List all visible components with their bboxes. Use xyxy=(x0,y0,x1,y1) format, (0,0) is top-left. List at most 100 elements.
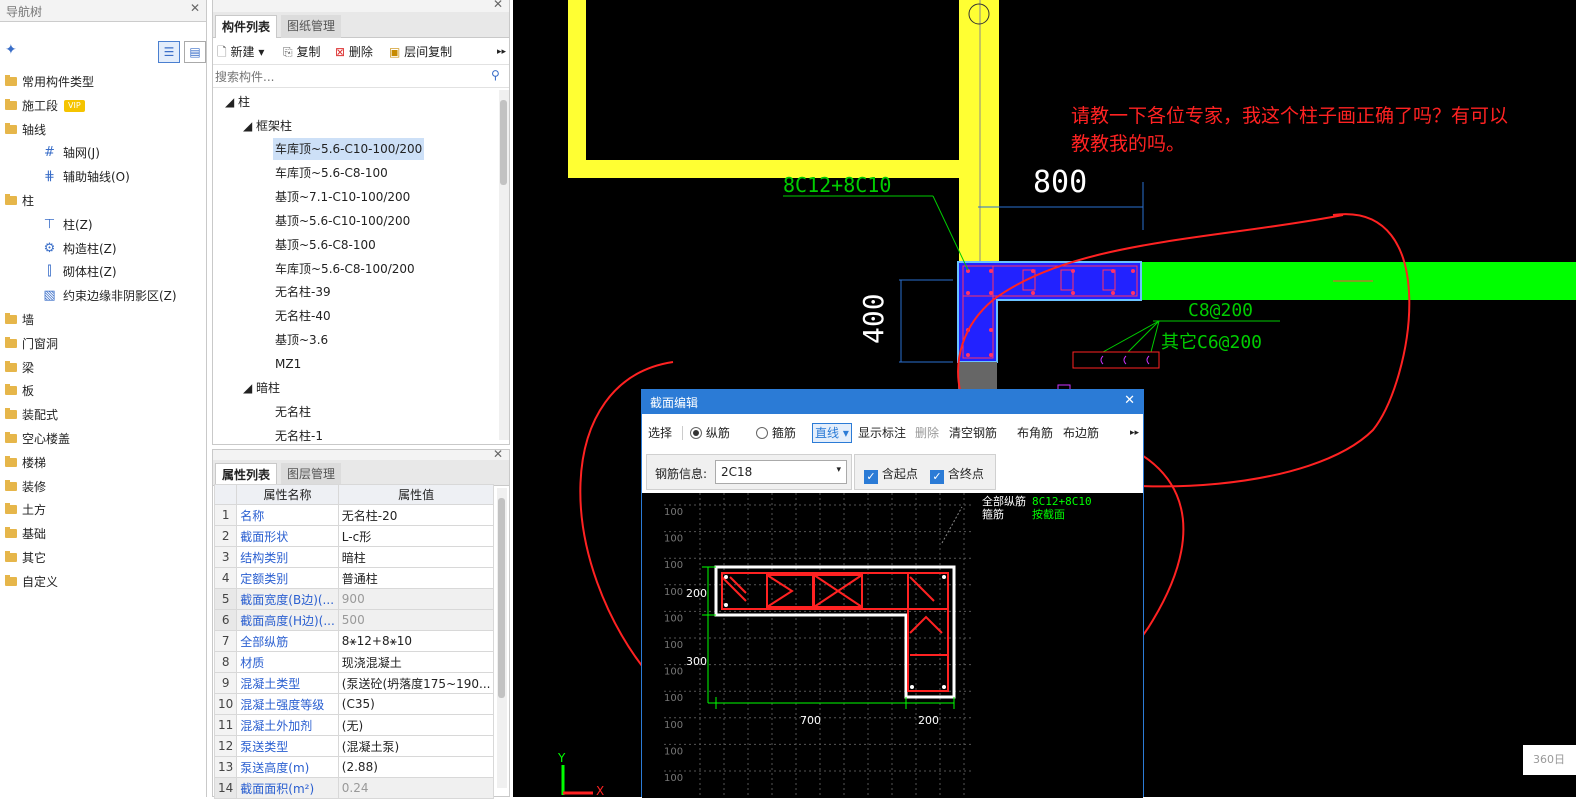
property-row[interactable]: 7 全部纵筋 8⚹12+8⚹10 xyxy=(213,630,495,652)
show-dim-button[interactable]: 显示标注 xyxy=(858,420,906,446)
add-nav-icon[interactable]: ✦ xyxy=(5,42,17,58)
line-dropdown[interactable]: 直线 ▾ xyxy=(812,423,852,443)
list-view-icon[interactable]: ☰ xyxy=(158,41,180,63)
property-value[interactable]: 0.24 xyxy=(337,777,495,799)
nav-item-20[interactable]: 其它 xyxy=(0,547,207,569)
component-search-input[interactable] xyxy=(215,67,485,86)
nav-item-16[interactable]: 楼梯 xyxy=(0,452,207,474)
tile-view-icon[interactable]: ▤ xyxy=(184,41,206,63)
property-value[interactable]: 500 xyxy=(337,609,495,631)
property-row[interactable]: 3 结构类别 暗柱 xyxy=(213,546,495,568)
property-value[interactable]: 900 xyxy=(337,588,495,610)
dialog-close-icon[interactable]: ✕ xyxy=(1124,393,1135,408)
new-button[interactable]: 🗋 新建 ▾ xyxy=(217,39,264,65)
nav-item-21[interactable]: 自定义 xyxy=(0,571,207,593)
property-row[interactable]: 4 定额类别 普通柱 xyxy=(213,567,495,589)
search-icon[interactable]: ⚲ xyxy=(491,68,500,82)
tab-property-list[interactable]: 属性列表 xyxy=(215,463,278,486)
property-value[interactable]: (泵送砼(坍落度175~190... xyxy=(337,672,495,694)
component-item[interactable]: 基顶~7.1-C10-100/200 xyxy=(275,186,410,208)
nav-item-5[interactable]: 柱 xyxy=(0,190,207,212)
more-arrow-icon[interactable]: ▸▸ xyxy=(497,39,506,65)
nav-item-19[interactable]: 基础 xyxy=(0,523,207,545)
property-row[interactable]: 5 截面宽度(B边)(... 900 xyxy=(213,588,495,610)
include-start-checkbox[interactable]: ✓ 含起点 xyxy=(864,465,918,484)
component-item[interactable]: 无名柱 xyxy=(275,401,311,423)
property-row[interactable]: 8 材质 现浇混凝土 xyxy=(213,651,495,673)
nav-item-12[interactable]: 梁 xyxy=(0,357,207,379)
component-item[interactable]: 基顶~5.6-C10-100/200 xyxy=(275,210,410,232)
delete-button[interactable]: ⊠ 删除 xyxy=(335,39,373,65)
property-value[interactable]: 无名柱-20 xyxy=(337,504,495,526)
tab-layer-manage[interactable]: 图层管理 xyxy=(281,463,342,486)
property-row[interactable]: 6 截面高度(H边)(... 500 xyxy=(213,609,495,631)
tree-group-hidden-column[interactable]: ◢ 暗柱 xyxy=(243,377,280,399)
component-scroll-thumb[interactable] xyxy=(500,100,507,185)
dialog-title-bar[interactable]: 截面编辑 ✕ xyxy=(642,390,1143,414)
property-value[interactable]: 普通柱 xyxy=(337,567,495,589)
component-item[interactable]: MZ1 xyxy=(275,353,301,375)
property-row[interactable]: 11 混凝土外加剂 (无) xyxy=(213,714,495,736)
property-row[interactable]: 1 名称 无名柱-20 xyxy=(213,504,495,526)
floor-copy-button[interactable]: ▣ 层间复制 xyxy=(389,39,452,65)
property-row[interactable]: 10 混凝土强度等级 (C35) xyxy=(213,693,495,715)
include-end-checkbox[interactable]: ✓ 含终点 xyxy=(930,465,984,484)
tab-component-list[interactable]: 构件列表 xyxy=(215,15,278,38)
corner-badge[interactable]: 360日 xyxy=(1523,745,1576,775)
property-row[interactable]: 14 截面面积(m²) 0.24 xyxy=(213,777,495,799)
component-item[interactable]: 无名柱-39 xyxy=(275,281,331,303)
rebar-info-select[interactable]: 2C18 ▾ xyxy=(715,460,847,484)
component-scrollbar[interactable] xyxy=(499,90,509,440)
property-value[interactable]: (无) xyxy=(337,714,495,736)
corner-rebar-button[interactable]: 布角筋 xyxy=(1017,420,1053,446)
property-value[interactable]: L-c形 xyxy=(337,525,495,547)
nav-item-9[interactable]: ▧ 约束边缘非阴影区(Z) xyxy=(0,285,207,307)
property-row[interactable]: 13 泵送高度(m) (2.88) xyxy=(213,756,495,778)
nav-item-8[interactable]: ⫿ 砌体柱(Z) xyxy=(0,261,207,283)
tab-drawing-manage[interactable]: 图纸管理 xyxy=(281,15,342,38)
property-scrollbar[interactable] xyxy=(497,488,507,788)
property-row[interactable]: 12 泵送类型 (混凝土泵) xyxy=(213,735,495,757)
property-value[interactable]: (C35) xyxy=(337,693,495,715)
nav-item-6[interactable]: ⊤ 柱(Z) xyxy=(0,214,207,236)
nav-item-0[interactable]: 常用构件类型 xyxy=(0,71,207,93)
nav-item-15[interactable]: 空心楼盖 xyxy=(0,428,207,450)
property-value[interactable]: 8⚹12+8⚹10 xyxy=(337,630,495,652)
copy-button[interactable]: ⎘ 复制 xyxy=(283,39,320,65)
nav-item-11[interactable]: 门窗洞 xyxy=(0,333,207,355)
nav-item-14[interactable]: 装配式 xyxy=(0,404,207,426)
section-canvas[interactable]: 100 100 100 100 100 100 100 100 100 100 100 200 30… xyxy=(642,493,1143,798)
nav-item-13[interactable]: 板 xyxy=(0,380,207,402)
edge-rebar-button[interactable]: 布边筋 xyxy=(1063,420,1099,446)
property-value[interactable]: 暗柱 xyxy=(337,546,495,568)
stirrup-radio[interactable]: 箍筋 xyxy=(756,420,796,446)
longitudinal-radio[interactable]: 纵筋 xyxy=(690,420,730,446)
property-value[interactable]: 现浇混凝土 xyxy=(337,651,495,673)
property-value[interactable]: (混凝土泵) xyxy=(337,735,495,757)
component-item[interactable]: 无名柱-40 xyxy=(275,305,331,327)
nav-item-1[interactable]: 施工段 VIP xyxy=(0,95,207,117)
nav-close-icon[interactable]: ✕ xyxy=(190,1,200,15)
component-item[interactable]: 基顶~5.6-C8-100 xyxy=(275,234,376,256)
nav-item-7[interactable]: ⚙ 构造柱(Z) xyxy=(0,238,207,260)
nav-item-4[interactable]: ⋕ 辅助轴线(O) xyxy=(0,166,207,188)
component-item[interactable]: 无名柱-1 xyxy=(275,425,323,445)
nav-item-3[interactable]: # 轴网(J) xyxy=(0,142,207,164)
property-row[interactable]: 2 截面形状 L-c形 xyxy=(213,525,495,547)
component-close-icon[interactable]: ✕ xyxy=(493,0,503,11)
component-item[interactable]: 车库顶~5.6-C8-100/200 xyxy=(275,258,415,280)
nav-item-10[interactable]: 墙 xyxy=(0,309,207,331)
tree-root[interactable]: ◢ 柱 xyxy=(225,91,250,113)
property-value[interactable]: (2.88) xyxy=(337,756,495,778)
component-item[interactable]: 车库顶~5.6-C10-100/200 xyxy=(273,138,425,160)
nav-item-18[interactable]: 土方 xyxy=(0,499,207,521)
tree-group-frame-column[interactable]: ◢ 框架柱 xyxy=(243,115,292,137)
nav-item-17[interactable]: 装修 xyxy=(0,476,207,498)
clear-rebar-button[interactable]: 清空钢筋 xyxy=(949,420,997,446)
dialog-more-icon[interactable]: ▸▸ xyxy=(1130,420,1139,446)
select-button[interactable]: 选择 xyxy=(648,420,672,446)
property-scroll-thumb[interactable] xyxy=(498,498,505,698)
component-item[interactable]: 车库顶~5.6-C8-100 xyxy=(275,162,388,184)
component-item[interactable]: 基顶~3.6 xyxy=(275,329,328,351)
property-row[interactable]: 9 混凝土类型 (泵送砼(坍落度175~190... xyxy=(213,672,495,694)
